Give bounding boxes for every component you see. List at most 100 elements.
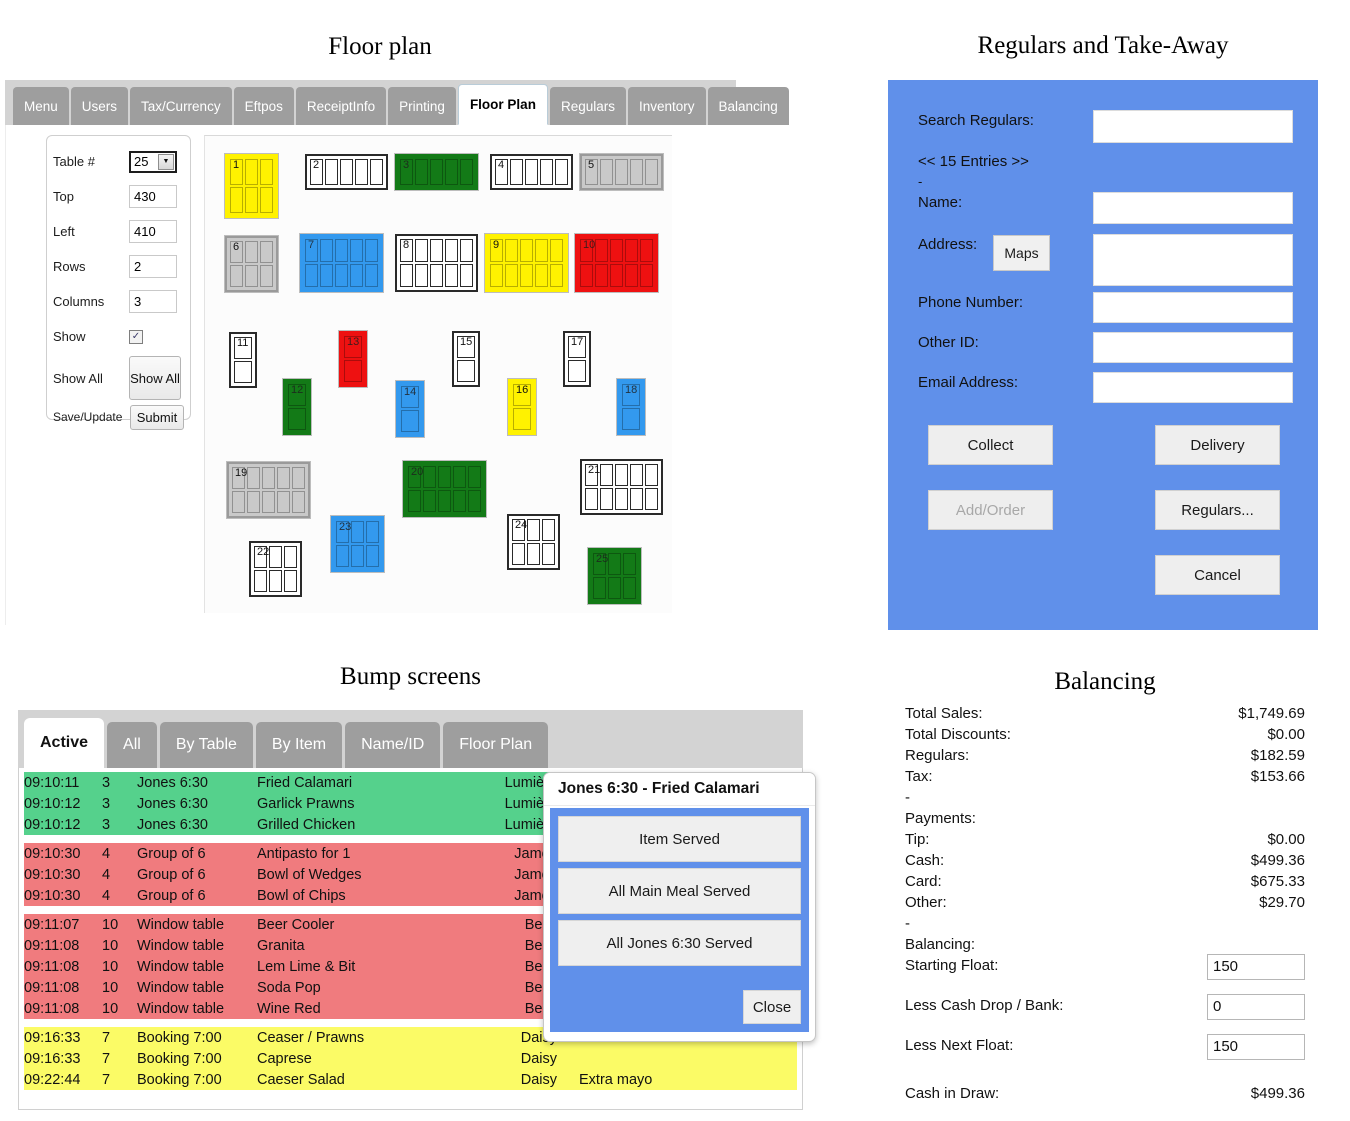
show-all-button[interactable]: Show All [129,356,181,400]
balancing-label: Balancing: [905,936,976,953]
close-dialog-button[interactable]: Close [743,990,801,1024]
floor-table-15[interactable]: 15 [452,331,480,387]
tab-receiptinfo[interactable]: ReceiptInfo [295,87,387,125]
name-label: Name: [918,194,963,211]
submit-button[interactable]: Submit [130,404,184,430]
floor-table-25[interactable]: 25 [588,548,641,604]
bump-tab-active[interactable]: Active [24,718,105,768]
maps-button[interactable]: Maps [993,235,1050,271]
floor-table-5[interactable]: 5 [580,154,663,190]
floor-table-21[interactable]: 21 [580,459,663,515]
tab-floor-plan[interactable]: Floor Plan [457,84,548,125]
order-cell-item: Wine Red [257,1000,321,1017]
floor-table-9[interactable]: 9 [485,234,568,292]
tab-printing[interactable]: Printing [388,87,456,125]
floor-plan-canvas[interactable]: 1 2 3 4 5 6 7 8 9 10 11 12 13 14 15 16 17 18 19 20 21 22 23 24 2… [204,135,672,613]
balancing-label: Cash: [905,852,945,869]
delivery-button[interactable]: Delivery [1155,425,1280,465]
floor-table-4[interactable]: 4 [490,154,573,190]
floor-table-23[interactable]: 23 [331,516,384,572]
tab-balancing[interactable]: Balancing [707,87,789,125]
bump-tab-floor-plan[interactable]: Floor Plan [443,722,549,768]
floor-table-19[interactable]: 19 [227,462,310,518]
table-seat: 22 [254,546,269,568]
table-seat: 23 [336,521,351,543]
table-number-select[interactable]: 25 ▼ [129,150,177,173]
table-seat [623,577,636,599]
floor-table-16[interactable]: 16 [508,379,536,435]
order-row[interactable]: 09:22:44 7 Booking 7:00 Caeser Salad Daisy Ex… [24,1069,797,1090]
table-seat [438,490,451,512]
address-textarea[interactable] [1093,234,1293,286]
table-number-label-2: 2 [313,159,320,171]
tab-tax-currency[interactable]: Tax/Currency [130,87,232,125]
table-seat [260,187,273,213]
table-seat [340,159,353,185]
order-cell-table: 7 [102,1029,111,1046]
order-row[interactable]: 09:16:33 7 Booking 7:00 Caprese Daisy [24,1048,797,1069]
floor-table-24[interactable]: 24 [507,514,560,570]
name-input[interactable] [1093,192,1293,224]
email-address-input[interactable] [1093,372,1293,403]
balancing-label: Payments: [905,810,976,827]
tab-users[interactable]: Users [70,87,129,125]
item-served-button[interactable]: Item Served [558,816,801,862]
regulars-list-button[interactable]: Regulars... [1155,490,1280,530]
top-input[interactable]: 430 [129,185,177,208]
balancing-input[interactable]: 150 [1207,1034,1305,1060]
rows-input[interactable]: 2 [129,255,177,278]
table-number-label-9: 9 [493,239,500,251]
all-order-served-button[interactable]: All Jones 6:30 Served [558,920,801,966]
search-regulars-input[interactable] [1093,110,1293,143]
table-seat [600,488,613,510]
balancing-input[interactable]: 0 [1207,994,1305,1020]
table-seat [365,239,378,262]
table-seat [245,187,258,213]
floor-table-12[interactable]: 12 [283,379,311,435]
bump-tab-name-id[interactable]: Name/ID [345,722,441,768]
table-number-label-25: 25 [596,553,609,565]
table-seat: 17 [568,336,586,358]
floor-table-10[interactable]: 10 [575,234,658,292]
dash-label: - [918,174,923,189]
order-cell-time: 09:10:11 [24,774,80,791]
floor-table-13[interactable]: 13 [339,331,367,387]
entries-nav[interactable]: << 15 Entries >> [918,153,1029,170]
tab-regulars[interactable]: Regulars [549,87,626,125]
table-seat [457,360,475,382]
floor-table-7[interactable]: 7 [300,234,383,292]
tab-menu[interactable]: Menu [13,87,69,125]
bump-tab-all[interactable]: All [107,722,157,768]
cancel-button[interactable]: Cancel [1155,555,1280,595]
bump-tab-by-item[interactable]: By Item [255,722,343,768]
add-order-button[interactable]: Add/Order [928,490,1053,530]
order-cell-time: 09:11:08 [24,958,80,975]
floor-table-18[interactable]: 18 [617,379,645,435]
all-main-meal-served-button[interactable]: All Main Meal Served [558,868,801,914]
other-id-input[interactable] [1093,332,1293,363]
table-number-label-5: 5 [588,159,595,171]
balancing-input[interactable]: 150 [1207,954,1305,980]
floor-table-2[interactable]: 2 [305,154,388,190]
floor-table-14[interactable]: 14 [396,381,424,437]
floor-table-3[interactable]: 3 [395,154,478,190]
collect-button[interactable]: Collect [928,425,1053,465]
floor-table-17[interactable]: 17 [563,331,591,387]
tab-eftpos[interactable]: Eftpos [233,87,294,125]
floor-table-8[interactable]: 8 [395,234,478,292]
caption-floor-plan: Floor plan [328,33,432,60]
left-input[interactable]: 410 [129,220,177,243]
tab-inventory[interactable]: Inventory [627,87,706,125]
floor-table-22[interactable]: 22 [249,541,302,597]
bump-tab-by-table[interactable]: By Table [159,722,253,768]
floor-table-20[interactable]: 20 [403,461,486,517]
floor-table-1[interactable]: 1 [225,154,278,218]
table-seat [230,187,243,213]
chevron-down-icon[interactable]: ▼ [158,153,174,170]
other-id-label: Other ID: [918,334,979,351]
columns-input[interactable]: 3 [129,290,177,313]
show-checkbox[interactable]: ✓ [129,329,143,344]
floor-table-6[interactable]: 6 [225,236,278,292]
phone-number-input[interactable] [1093,292,1293,323]
floor-table-11[interactable]: 11 [229,332,257,388]
